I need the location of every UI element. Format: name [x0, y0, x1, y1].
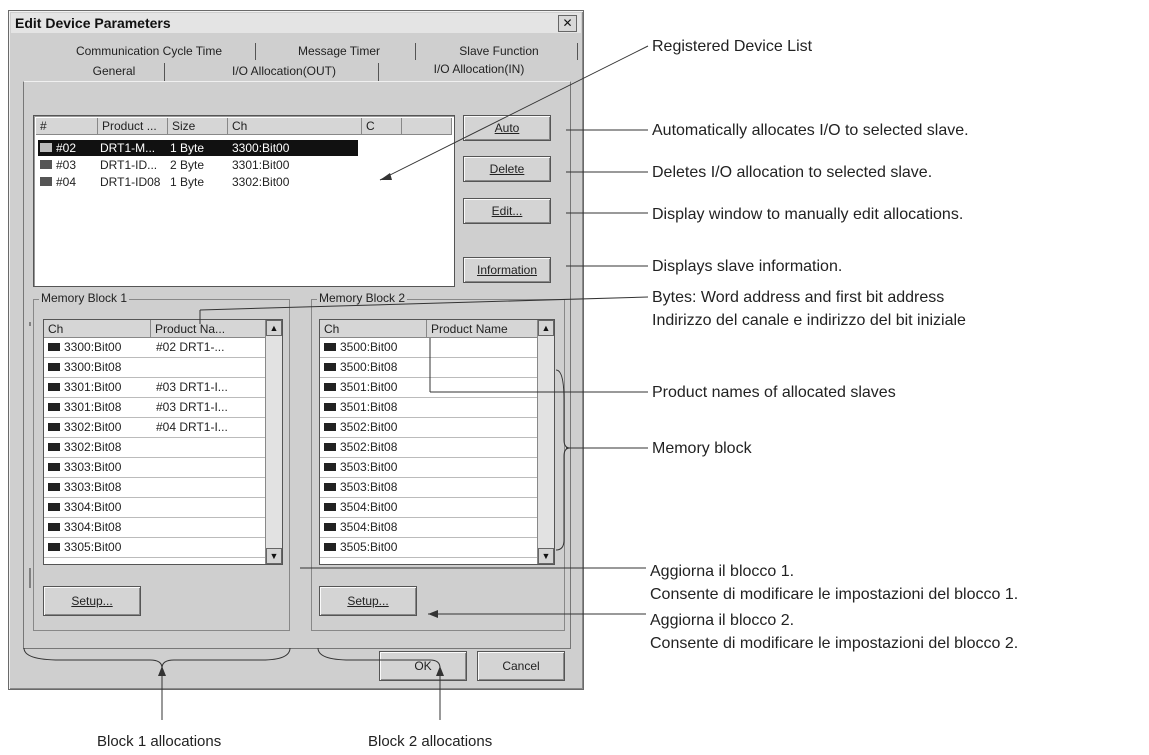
block1-brace	[23, 647, 291, 669]
leader-line	[379, 45, 649, 181]
annotation-leader-lines	[23, 45, 649, 720]
arrow-head	[158, 666, 166, 676]
arrow-head	[380, 173, 392, 180]
block2-brace	[317, 647, 441, 669]
memory-block-brace	[555, 369, 571, 551]
leader-line	[199, 296, 649, 311]
arrow-head	[436, 666, 444, 676]
arrow-head	[428, 610, 438, 618]
